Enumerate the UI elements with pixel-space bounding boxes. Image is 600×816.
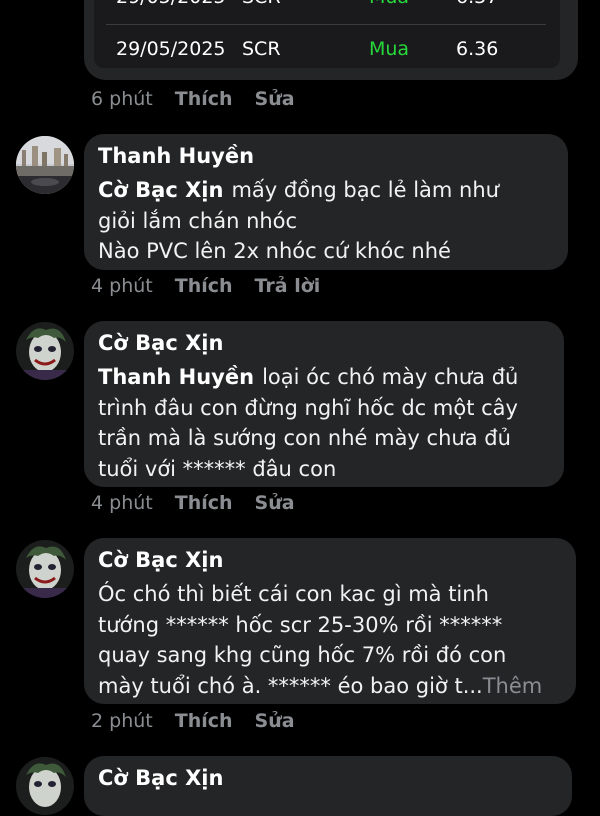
comment-text: Óc chó thì biết cái con kac gì mà tinh t…	[98, 579, 554, 701]
comment-bubble[interactable]: Thanh Huyền Cờ Bạc Xịn mấy đồng bạc lẻ là…	[84, 134, 568, 270]
like-button[interactable]: Thích	[175, 490, 233, 516]
trade-symbol: SCR	[242, 38, 281, 60]
comment-bubble[interactable]: Cờ Bạc Xịn	[84, 756, 572, 816]
comment-author[interactable]: Cờ Bạc Xịn	[98, 766, 223, 790]
comment-line: trình đâu con đừng nghĩ hốc dc một cây	[98, 395, 518, 420]
comment-text: Thanh Huyền loại óc chó mày chưa đủ trình…	[98, 362, 554, 484]
comment-actions: 2 phút Thích Sửa	[91, 708, 295, 734]
comment-author[interactable]: Thanh Huyền	[98, 144, 254, 168]
comment-line: trần mà là sướng con nhé mày chưa đủ	[98, 426, 511, 450]
trade-action: Mua	[369, 38, 410, 60]
comment-line: tướng ****** hốc scr 25-30% rồi ******	[98, 612, 503, 637]
comment-text: Cờ Bạc Xịn mấy đồng bạc lẻ làm như giỏi l…	[98, 175, 554, 267]
joker-avatar-icon[interactable]	[16, 540, 74, 598]
trade-price: 6.37	[456, 0, 498, 20]
comment-time[interactable]: 2 phút	[91, 708, 153, 734]
comment-line: mày tuổi chó à. ****** éo bao giờ t...	[98, 673, 483, 698]
trade-history-card: 29/05/2025 SCR Mua 6.37 29/05/2025 SCR M…	[84, 0, 578, 80]
comment-line: giỏi lắm chán nhóc	[98, 208, 298, 233]
edit-button[interactable]: Sửa	[255, 490, 295, 516]
joker-avatar-icon[interactable]	[16, 322, 74, 380]
trade-symbol: SCR	[242, 0, 281, 20]
comment-line: tuổi với ****** đâu con	[98, 456, 337, 481]
comment-time[interactable]: 6 phút	[91, 86, 153, 112]
trade-history-table: 29/05/2025 SCR Mua 6.37 29/05/2025 SCR M…	[94, 0, 560, 68]
comment-time[interactable]: 4 phút	[91, 490, 153, 516]
like-button[interactable]: Thích	[175, 273, 233, 299]
comment-actions: 4 phút Thích Sửa	[91, 490, 295, 516]
comment-actions: 4 phút Thích Trả lời	[91, 273, 320, 299]
comment-line: loại óc chó mày chưa đủ	[262, 365, 519, 389]
trade-price: 6.36	[456, 38, 499, 60]
edit-button[interactable]: Sửa	[255, 86, 295, 112]
comment-author[interactable]: Cờ Bạc Xịn	[98, 548, 223, 572]
like-button[interactable]: Thích	[175, 86, 233, 112]
comment-actions: 6 phút Thích Sửa	[91, 86, 295, 112]
comment-line: Óc chó thì biết cái con kac gì mà tinh	[98, 582, 489, 606]
trade-action: Mua	[369, 0, 409, 20]
trade-date: 29/05/2025	[116, 0, 226, 20]
comment-bubble[interactable]: Cờ Bạc Xịn Thanh Huyền loại óc chó mày ch…	[84, 321, 564, 487]
joker-avatar-icon[interactable]	[16, 757, 74, 815]
comment-time[interactable]: 4 phút	[91, 273, 153, 299]
mention-link[interactable]: Cờ Bạc Xịn	[98, 178, 223, 202]
mention-link[interactable]: Thanh Huyền	[98, 365, 254, 389]
comment-bubble[interactable]: Cờ Bạc Xịn Óc chó thì biết cái con kac g…	[84, 538, 576, 704]
see-more-link[interactable]: Thêm	[483, 674, 543, 698]
like-button[interactable]: Thích	[175, 708, 233, 734]
comment-line: quay sang khg cũng hốc 7% rồi đó con	[98, 643, 507, 667]
trade-row: 29/05/2025 SCR Mua 6.37	[94, 0, 560, 20]
comment-author[interactable]: Cờ Bạc Xịn	[98, 331, 223, 355]
edit-button[interactable]: Sửa	[255, 708, 295, 734]
trade-date: 29/05/2025	[116, 38, 226, 60]
comment-line: mấy đồng bạc lẻ làm như	[231, 178, 499, 202]
comment-line: Nào PVC lên 2x nhóc cứ khóc nhé	[98, 239, 451, 263]
landscape-avatar-icon[interactable]	[16, 136, 74, 194]
reply-button[interactable]: Trả lời	[255, 273, 321, 299]
table-divider	[106, 24, 546, 25]
trade-row: 29/05/2025 SCR Mua 6.36	[94, 26, 560, 72]
